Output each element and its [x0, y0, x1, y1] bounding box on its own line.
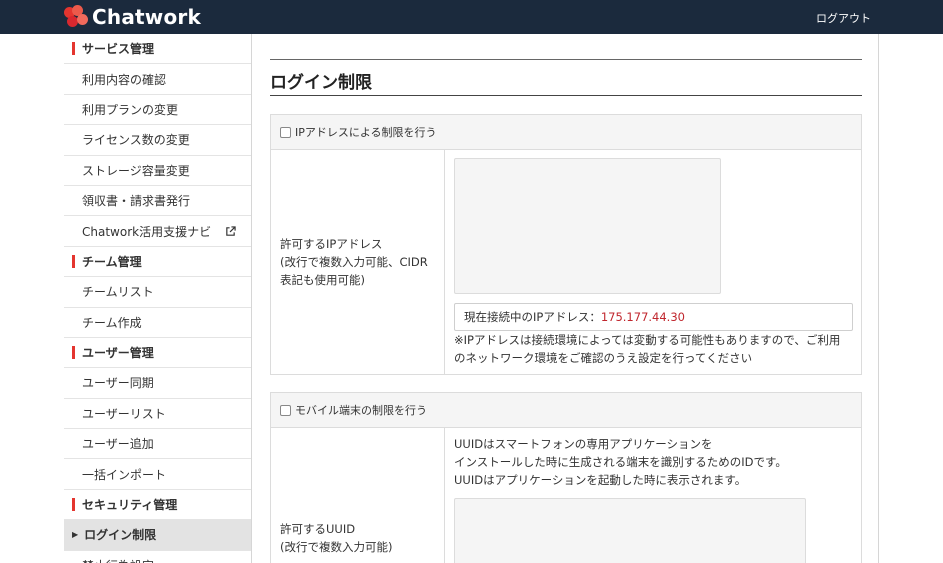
- sidebar-item-bulk-import[interactable]: 一括インポート: [64, 459, 251, 490]
- page-title: ログイン制限: [270, 73, 372, 93]
- sidebar-item-plan-change[interactable]: 利用プランの変更: [64, 95, 251, 126]
- uuid-description: UUIDはスマートフォンの専用アプリケーションを インストールした時に生成される…: [454, 437, 787, 487]
- ip-restriction-section: IPアドレスによる制限を行う 許可するIPアドレス (改行で複数入力可能、CID…: [270, 114, 862, 375]
- sidebar-item-user-add[interactable]: ユーザー追加: [64, 429, 251, 460]
- mobile-restriction-body: 許可するUUID (改行で複数入力可能) UUIDはスマートフォンの専用アプリケ…: [271, 428, 861, 563]
- top-header: Chatwork ログアウト: [0, 0, 943, 34]
- allowed-uuid-textarea[interactable]: [454, 498, 806, 563]
- sidebar-heading-user: ユーザー管理: [64, 338, 251, 369]
- section-marker: [72, 346, 75, 360]
- ip-field-label: 許可するIPアドレス (改行で複数入力可能、CIDR 表記も使用可能): [280, 237, 428, 287]
- sidebar-item-storage-change[interactable]: ストレージ容量変更: [64, 156, 251, 186]
- admin-sidebar: サービス管理 利用内容の確認 利用プランの変更 ライセンス数の変更 ストレージ容…: [64, 34, 252, 563]
- ip-restriction-header: IPアドレスによる制限を行う: [271, 115, 861, 150]
- mobile-restriction-header: モバイル端末の制限を行う: [271, 393, 861, 428]
- chatwork-logo-icon: [64, 5, 90, 29]
- sidebar-item-usage[interactable]: 利用内容の確認: [64, 64, 251, 95]
- triangle-right-icon: ▶: [72, 530, 79, 540]
- current-ip-display: 現在接続中のIPアドレス： 175.177.44.30: [454, 303, 853, 331]
- chatwork-logo[interactable]: Chatwork: [64, 5, 201, 29]
- ip-field-label-cell: 許可するIPアドレス (改行で複数入力可能、CIDR 表記も使用可能): [271, 150, 445, 374]
- sidebar-item-user-list[interactable]: ユーザーリスト: [64, 399, 251, 430]
- sidebar-heading-team: チーム管理: [64, 247, 251, 278]
- brand-name: Chatwork: [92, 5, 201, 29]
- section-marker: [72, 254, 75, 268]
- sidebar-item-login-restriction[interactable]: ▶ ログイン制限: [64, 520, 251, 551]
- allowed-ip-textarea[interactable]: [454, 158, 721, 294]
- title-top-rule: [270, 59, 862, 60]
- sidebar-heading-security: セキュリティ管理: [64, 490, 251, 521]
- uuid-field-label: 許可するUUID (改行で複数入力可能): [280, 522, 393, 554]
- sidebar-item-user-sync[interactable]: ユーザー同期: [64, 368, 251, 399]
- section-marker: [72, 498, 75, 512]
- sidebar-item-license-change[interactable]: ライセンス数の変更: [64, 125, 251, 156]
- mobile-restriction-checkbox-label[interactable]: モバイル端末の制限を行う: [295, 402, 427, 418]
- ip-restriction-checkbox-label[interactable]: IPアドレスによる制限を行う: [295, 124, 437, 140]
- mobile-restriction-checkbox[interactable]: [280, 404, 291, 416]
- section-marker: [72, 42, 75, 56]
- ip-restriction-checkbox[interactable]: [280, 126, 291, 138]
- sidebar-item-support-navi[interactable]: Chatwork活用支援ナビ: [64, 216, 251, 247]
- external-link-icon: [226, 225, 236, 236]
- logout-link[interactable]: ログアウト: [816, 10, 871, 26]
- mobile-restriction-section: モバイル端末の制限を行う 許可するUUID (改行で複数入力可能) UUIDはス…: [270, 392, 862, 563]
- ip-restriction-body: 許可するIPアドレス (改行で複数入力可能、CIDR 表記も使用可能) 現在接続…: [271, 150, 861, 374]
- sidebar-item-team-create[interactable]: チーム作成: [64, 308, 251, 338]
- current-ip-value: 175.177.44.30: [600, 310, 685, 324]
- sidebar-heading-service: サービス管理: [64, 34, 251, 65]
- ip-note: ※IPアドレスは接続環境によっては変動する可能性もありますので、ご利用 のネット…: [454, 333, 841, 365]
- sidebar-item-team-list[interactable]: チームリスト: [64, 277, 251, 308]
- uuid-field-label-cell: 許可するUUID (改行で複数入力可能): [271, 428, 445, 563]
- title-bottom-rule: [270, 95, 862, 96]
- sidebar-item-invoice[interactable]: 領収書・請求書発行: [64, 186, 251, 217]
- sidebar-item-prohibited-actions[interactable]: 禁止行為設定: [64, 551, 251, 563]
